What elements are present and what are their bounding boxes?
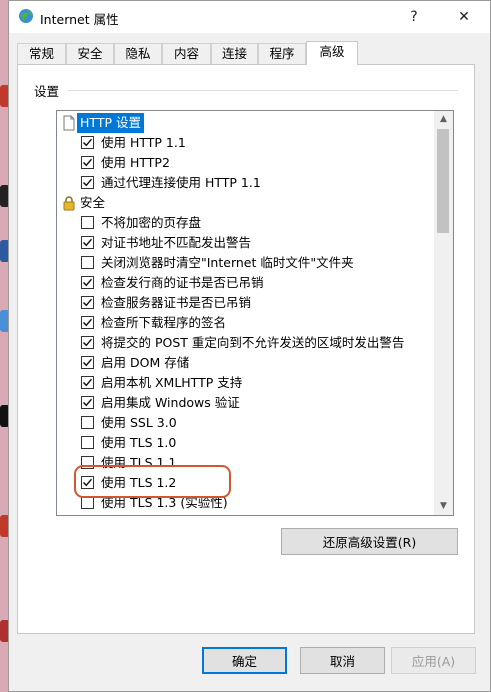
ssl-annotation-ring xyxy=(74,465,231,498)
checked-checkbox[interactable] xyxy=(81,356,94,369)
setting-label: 对证书地址不匹配发出警告 xyxy=(101,235,252,250)
setting-label: 使用 HTTP 1.1 xyxy=(101,135,186,150)
settings-group-label: 设置 xyxy=(34,84,60,99)
checked-checkbox[interactable] xyxy=(81,156,94,169)
checked-checkbox[interactable] xyxy=(81,276,94,289)
unchecked-checkbox[interactable] xyxy=(81,216,94,229)
setting-row[interactable]: 检查所下载程序的签名 xyxy=(57,313,432,333)
tab-security[interactable]: 安全 xyxy=(66,43,114,64)
unchecked-checkbox[interactable] xyxy=(81,416,94,429)
close-icon: ✕ xyxy=(458,9,470,25)
scroll-up-arrow-icon[interactable]: ▲ xyxy=(434,111,453,128)
checked-checkbox[interactable] xyxy=(81,316,94,329)
scroll-down-arrow-icon[interactable]: ▼ xyxy=(434,498,453,515)
category-label: HTTP 设置 xyxy=(77,113,144,133)
tab-programs[interactable]: 程序 xyxy=(258,43,306,64)
setting-label: 不将加密的页存盘 xyxy=(101,215,202,230)
tab-privacy[interactable]: 隐私 xyxy=(114,43,162,64)
advanced-panel: 设置 HTTP 设置使用 HTTP 1.1 使用 HTTP2 通过代理连接使用 HT… xyxy=(17,64,475,634)
checked-checkbox[interactable] xyxy=(81,236,94,249)
setting-row[interactable]: 启用本机 XMLHTTP 支持 xyxy=(57,373,432,393)
setting-row[interactable]: 对证书地址不匹配发出警告 xyxy=(57,233,432,253)
setting-row[interactable]: 使用 HTTP2 xyxy=(57,153,432,173)
setting-label: 使用 TLS 1.0 xyxy=(101,435,177,450)
tab-connections[interactable]: 连接 xyxy=(211,43,258,64)
setting-label: 将提交的 POST 重定向到不允许发送的区域时发出警告 xyxy=(101,335,405,350)
setting-row[interactable]: 检查服务器证书是否已吊销 xyxy=(57,293,432,313)
setting-label: 通过代理连接使用 HTTP 1.1 xyxy=(101,175,261,190)
unchecked-checkbox[interactable] xyxy=(81,256,94,269)
tab-label: 内容 xyxy=(173,46,199,61)
setting-label: 关闭浏览器时清空"Internet 临时文件"文件夹 xyxy=(101,255,354,270)
cancel-button[interactable]: 取消 xyxy=(300,647,385,674)
setting-label: 启用集成 Windows 验证 xyxy=(101,395,240,410)
tab-label: 隐私 xyxy=(125,46,151,61)
checked-checkbox[interactable] xyxy=(81,176,94,189)
settings-category[interactable]: HTTP 设置 xyxy=(57,113,432,133)
group-divider xyxy=(68,90,458,91)
setting-row[interactable]: 启用 DOM 存储 xyxy=(57,353,432,373)
setting-label: 检查所下载程序的签名 xyxy=(101,315,227,330)
tab-label: 高级 xyxy=(319,44,345,59)
internet-properties-dialog: Internet 属性 ? ✕ 常规 安全 隐私 内容 连接 程序 高级 设置 … xyxy=(8,0,491,692)
tab-label: 连接 xyxy=(221,46,247,61)
setting-label: 检查服务器证书是否已吊销 xyxy=(101,295,252,310)
close-button[interactable]: ✕ xyxy=(442,1,486,33)
category-label: 安全 xyxy=(80,195,106,210)
setting-label: 启用本机 XMLHTTP 支持 xyxy=(101,375,243,390)
settings-category[interactable]: 安全 xyxy=(57,193,432,213)
ok-button[interactable]: 确定 xyxy=(202,647,287,674)
checked-checkbox[interactable] xyxy=(81,396,94,409)
checked-checkbox[interactable] xyxy=(81,296,94,309)
tab-content[interactable]: 内容 xyxy=(162,43,211,64)
help-button[interactable]: ? xyxy=(392,1,436,33)
vertical-scrollbar[interactable]: ▲ ▼ xyxy=(434,111,453,515)
setting-row[interactable]: 使用 SSL 3.0 xyxy=(57,413,432,433)
settings-list[interactable]: HTTP 设置使用 HTTP 1.1 使用 HTTP2 通过代理连接使用 HTTP … xyxy=(56,110,454,516)
help-icon: ? xyxy=(410,9,418,25)
tab-label: 常规 xyxy=(28,46,54,61)
setting-row[interactable]: 启用集成 Windows 验证 xyxy=(57,393,432,413)
setting-row[interactable]: 不将加密的页存盘 xyxy=(57,213,432,233)
lock-icon xyxy=(63,196,75,211)
settings-items: HTTP 设置使用 HTTP 1.1 使用 HTTP2 通过代理连接使用 HTTP … xyxy=(57,111,432,515)
setting-row[interactable]: 通过代理连接使用 HTTP 1.1 xyxy=(57,173,432,193)
checked-checkbox[interactable] xyxy=(81,376,94,389)
setting-label: 检查发行商的证书是否已吊销 xyxy=(101,275,264,290)
tab-label: 程序 xyxy=(269,46,295,61)
title-bar[interactable]: Internet 属性 ? ✕ xyxy=(9,1,490,33)
restore-advanced-settings-button[interactable]: 还原高级设置(R) xyxy=(281,528,458,555)
setting-row[interactable]: 检查发行商的证书是否已吊销 xyxy=(57,273,432,293)
window-title: Internet 属性 xyxy=(40,12,119,27)
setting-row[interactable]: 使用 TLS 1.0 xyxy=(57,433,432,453)
checked-checkbox[interactable] xyxy=(81,336,94,349)
unchecked-checkbox[interactable] xyxy=(81,436,94,449)
tab-general[interactable]: 常规 xyxy=(17,43,66,64)
setting-row[interactable]: 关闭浏览器时清空"Internet 临时文件"文件夹 xyxy=(57,253,432,273)
apply-button[interactable]: 应用(A) xyxy=(391,647,476,674)
tab-label: 安全 xyxy=(77,46,103,61)
page-icon xyxy=(63,115,75,131)
checked-checkbox[interactable] xyxy=(81,136,94,149)
setting-row[interactable]: 将提交的 POST 重定向到不允许发送的区域时发出警告 xyxy=(57,333,432,353)
setting-label: 使用 HTTP2 xyxy=(101,155,170,170)
setting-label: 启用 DOM 存储 xyxy=(101,355,190,370)
setting-row[interactable]: 使用 HTTP 1.1 xyxy=(57,133,432,153)
scroll-thumb[interactable] xyxy=(437,129,449,233)
tab-advanced[interactable]: 高级 xyxy=(306,41,358,65)
setting-label: 使用 SSL 3.0 xyxy=(101,415,177,430)
internet-globe-icon xyxy=(19,9,33,23)
